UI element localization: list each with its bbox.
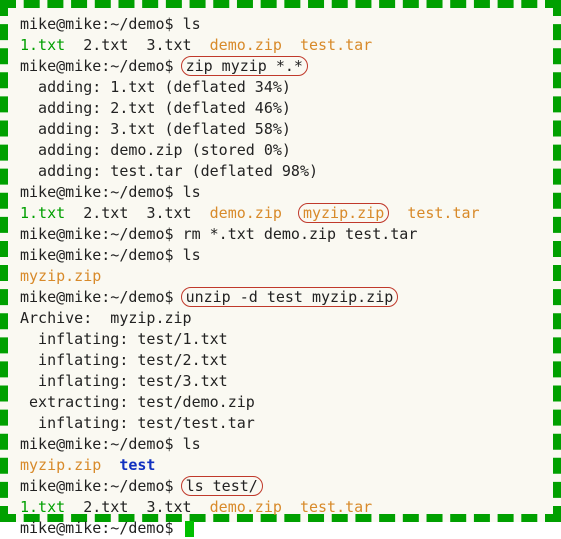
- term-line-cmd-zip: mike@mike:~/demo$ zip myzip *.*: [20, 56, 541, 77]
- unzip-output: Archive: myzip.zip: [20, 308, 541, 329]
- term-line-ls4-out: myzip.zip test: [20, 455, 541, 476]
- term-line-cmd-ls1: mike@mike:~/demo$ ls: [20, 14, 541, 35]
- unzip-output: inflating: test/3.txt: [20, 371, 541, 392]
- term-line-ls3-out: myzip.zip: [20, 266, 541, 287]
- file-demozip: demo.zip: [210, 36, 282, 54]
- zip-output: adding: demo.zip (stored 0%): [20, 140, 541, 161]
- file-2txt: 2.txt: [83, 498, 128, 516]
- highlight-zip-command: zip myzip *.*: [181, 56, 308, 76]
- term-line-active-prompt[interactable]: mike@mike:~/demo$: [20, 518, 541, 539]
- prompt: mike@mike:~/demo$: [20, 57, 174, 75]
- file-testtar: test.tar: [407, 204, 479, 222]
- term-line-cmd-lstest: mike@mike:~/demo$ ls test/: [20, 476, 541, 497]
- unzip-output: inflating: test/2.txt: [20, 350, 541, 371]
- highlight-lstest-command: ls test/: [181, 476, 263, 496]
- file-testtar: test.tar: [300, 36, 372, 54]
- file-2txt: 2.txt: [83, 204, 128, 222]
- file-1txt: 1.txt: [20, 498, 65, 516]
- command-text: ls: [183, 435, 201, 453]
- unzip-output: inflating: test/1.txt: [20, 329, 541, 350]
- prompt: mike@mike:~/demo$: [20, 477, 174, 495]
- file-2txt: 2.txt: [83, 36, 128, 54]
- term-line-cmd-ls2: mike@mike:~/demo$ ls: [20, 182, 541, 203]
- file-demozip: demo.zip: [210, 498, 282, 516]
- term-line-cmd-ls3: mike@mike:~/demo$ ls: [20, 245, 541, 266]
- unzip-output: extracting: test/demo.zip: [20, 392, 541, 413]
- file-1txt: 1.txt: [20, 36, 65, 54]
- command-text: ls: [183, 183, 201, 201]
- prompt: mike@mike:~/demo$: [20, 225, 174, 243]
- file-myzip: myzip.zip: [20, 456, 101, 474]
- terminal-frame: mike@mike:~/demo$ ls 1.txt 2.txt 3.txt d…: [0, 0, 561, 522]
- term-line-cmd-rm: mike@mike:~/demo$ rm *.txt demo.zip test…: [20, 224, 541, 245]
- zip-output: adding: test.tar (deflated 98%): [20, 161, 541, 182]
- zip-output: adding: 2.txt (deflated 46%): [20, 98, 541, 119]
- zip-output: adding: 1.txt (deflated 34%): [20, 77, 541, 98]
- term-line-cmd-unzip: mike@mike:~/demo$ unzip -d test myzip.zi…: [20, 287, 541, 308]
- file-3txt: 3.txt: [146, 498, 191, 516]
- term-line-ls2-out: 1.txt 2.txt 3.txt demo.zip myzip.zip tes…: [20, 203, 541, 224]
- cursor-icon: [185, 521, 194, 537]
- file-myzip: myzip.zip: [20, 267, 101, 285]
- prompt: mike@mike:~/demo$: [20, 288, 174, 306]
- dir-test: test: [119, 456, 155, 474]
- highlight-myzip: myzip.zip: [298, 203, 389, 223]
- file-3txt: 3.txt: [146, 36, 191, 54]
- command-text: ls: [183, 246, 201, 264]
- term-line-cmd-ls4: mike@mike:~/demo$ ls: [20, 434, 541, 455]
- unzip-output: inflating: test/test.tar: [20, 413, 541, 434]
- file-3txt: 3.txt: [146, 204, 191, 222]
- file-demozip: demo.zip: [210, 204, 282, 222]
- command-text: rm *.txt demo.zip test.tar: [183, 225, 418, 243]
- term-line-ls1-out: 1.txt 2.txt 3.txt demo.zip test.tar: [20, 35, 541, 56]
- prompt: mike@mike:~/demo$: [20, 435, 174, 453]
- prompt: mike@mike:~/demo$: [20, 183, 174, 201]
- file-testtar: test.tar: [300, 498, 372, 516]
- prompt: mike@mike:~/demo$: [20, 246, 174, 264]
- file-1txt: 1.txt: [20, 204, 65, 222]
- highlight-unzip-command: unzip -d test myzip.zip: [181, 287, 399, 307]
- term-line-ls5-out: 1.txt 2.txt 3.txt demo.zip test.tar: [20, 497, 541, 518]
- command-text: ls: [183, 15, 201, 33]
- zip-output: adding: 3.txt (deflated 58%): [20, 119, 541, 140]
- prompt: mike@mike:~/demo$: [20, 15, 174, 33]
